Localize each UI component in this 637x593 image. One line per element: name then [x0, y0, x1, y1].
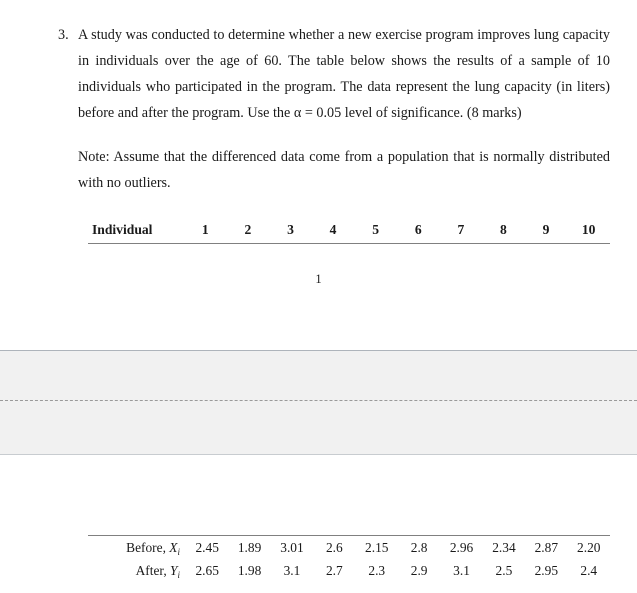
- row-label-before-prefix: Before,: [126, 540, 170, 555]
- table-row: After, Yi 2.65 1.98 3.1 2.7 2.3 2.9 3.1 …: [88, 559, 610, 582]
- row-label-before-subscript: i: [177, 547, 180, 557]
- after-value-3: 3.1: [283, 563, 301, 578]
- row-label-before: Before, Xi: [88, 535, 186, 559]
- question-block: 3. A study was conducted to determine wh…: [58, 22, 610, 126]
- document-page-2: Before, Xi 2.45 1.89 3.01 2.6 2.15 2.8 2…: [0, 456, 637, 593]
- question-number: 3.: [58, 27, 69, 43]
- document-page-1: 3. A study was conducted to determine wh…: [0, 0, 637, 350]
- individual-col-6: 6: [396, 219, 440, 244]
- before-value-7: 2.96: [440, 535, 483, 559]
- before-value-5: 2.15: [355, 535, 398, 559]
- row-label-after: After, Yi: [88, 559, 186, 582]
- before-value-10: 2.20: [567, 535, 610, 559]
- question-text: A study was conducted to determine wheth…: [78, 27, 610, 121]
- page-number: 1: [315, 272, 322, 286]
- individual-col-9: 9: [524, 219, 568, 244]
- after-value-9: 2.95: [534, 563, 559, 578]
- after-value-1: 2.65: [195, 563, 219, 578]
- individual-col-3: 3: [269, 219, 312, 244]
- before-value-6: 2.8: [397, 535, 441, 559]
- individual-col-5: 5: [354, 219, 397, 244]
- after-value-5: 2.3: [368, 563, 386, 578]
- table-row: Before, Xi 2.45 1.89 3.01 2.6 2.15 2.8 2…: [88, 535, 610, 559]
- before-value-4: 2.6: [313, 535, 356, 559]
- after-value-4: 2.7: [325, 563, 343, 578]
- before-value-3: 3.01: [270, 535, 314, 559]
- after-value-2: 1.98: [237, 563, 262, 578]
- before-value-9: 2.87: [525, 535, 568, 559]
- before-value-1: 2.45: [186, 535, 229, 559]
- table-header-label: Individual: [88, 219, 184, 244]
- row-label-after-subscript: i: [177, 570, 180, 580]
- before-value-8: 2.34: [482, 535, 526, 559]
- individual-header-table: Individual 1 2 3 4 5 6 7 8 9 10: [88, 219, 610, 244]
- after-value-6: 2.9: [410, 563, 428, 578]
- row-label-after-prefix: After,: [135, 563, 171, 578]
- question-row: 3. A study was conducted to determine wh…: [58, 22, 610, 126]
- page-gap-band: [0, 350, 637, 455]
- question-note: Note: Assume that the differenced data c…: [78, 149, 610, 191]
- after-value-7: 3.1: [453, 563, 470, 578]
- individual-col-8: 8: [482, 219, 525, 244]
- page-break-divider: [0, 400, 637, 401]
- before-value-2: 1.89: [228, 535, 271, 559]
- individual-col-10: 10: [567, 219, 610, 244]
- individual-col-2: 2: [226, 219, 270, 244]
- individual-col-1: 1: [184, 219, 227, 244]
- table-row: Individual 1 2 3 4 5 6 7 8 9 10: [88, 219, 610, 244]
- individual-col-7: 7: [439, 219, 483, 244]
- measurement-table: Before, Xi 2.45 1.89 3.01 2.6 2.15 2.8 2…: [88, 535, 610, 582]
- individual-col-4: 4: [311, 219, 355, 244]
- after-value-10: 2.4: [580, 563, 598, 578]
- after-value-8: 2.5: [495, 563, 513, 578]
